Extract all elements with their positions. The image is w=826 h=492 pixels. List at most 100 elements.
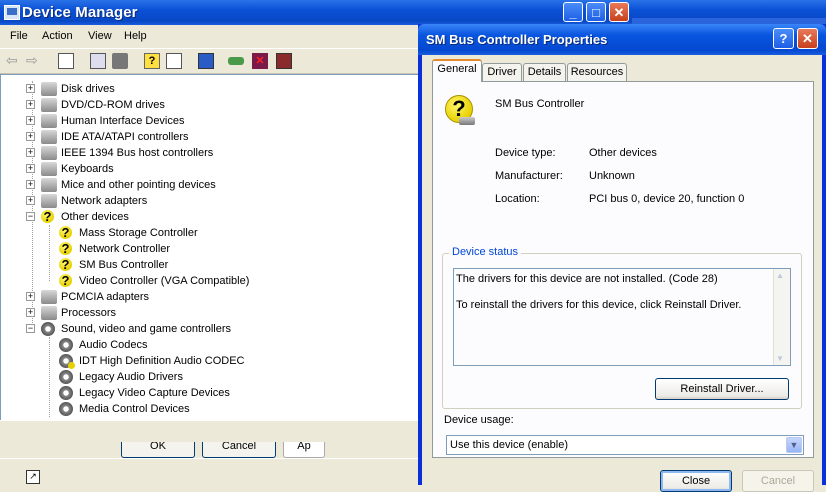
tree-category-item[interactable]: + DVD/CD-ROM drives (1, 97, 417, 113)
device-tree[interactable]: + Disk drives + DVD/CD-ROM drives + Human Int… (0, 74, 420, 422)
hid-icon (41, 114, 57, 128)
disk-drive-icon (41, 82, 57, 96)
tree-category-item[interactable]: + Network adapters (1, 193, 417, 209)
menu-view[interactable]: View (88, 30, 112, 42)
forward-arrow-icon[interactable]: ⇨ (26, 53, 42, 69)
uninstall-icon[interactable]: ✕ (252, 53, 268, 69)
close-dialog-button[interactable]: Close (660, 470, 732, 492)
collapse-icon[interactable]: − (26, 324, 35, 333)
tree-category-item[interactable]: + Disk drives (1, 81, 417, 97)
chevron-down-icon[interactable]: ▼ (786, 437, 802, 453)
shortcut-arrow-icon: ↗ (26, 470, 40, 484)
tree-item-label: Disk drives (61, 83, 115, 95)
status-bar: ↗ (0, 458, 420, 486)
properties-icon[interactable] (90, 53, 106, 69)
tree-category-item[interactable]: − Sound, video and game controllers (1, 321, 417, 337)
tree-child-item[interactable]: ? Network Controller (1, 241, 417, 257)
tree-category-item[interactable]: −? Other devices (1, 209, 417, 225)
processor-icon (41, 306, 57, 320)
tree-item-label: IDE ATA/ATAPI controllers (61, 131, 189, 143)
properties-dialog: SM Bus Controller Properties ? ✕ General… (418, 24, 826, 492)
dialog-title-bar[interactable]: SM Bus Controller Properties ? ✕ (418, 24, 826, 55)
tree-category-item[interactable]: + Mice and other pointing devices (1, 177, 417, 193)
dm-title: Device Manager (22, 4, 138, 21)
dm-bottom-area (0, 420, 418, 443)
dialog-body: General Driver Details Resources ? SM Bu… (422, 55, 822, 492)
tree-child-item[interactable]: Legacy Video Capture Devices (1, 385, 417, 401)
tree-child-item[interactable]: IDT High Definition Audio CODEC (1, 353, 417, 369)
scroll-up-icon[interactable]: ▲ (776, 271, 784, 280)
tree-child-item[interactable]: Media Control Devices (1, 401, 417, 417)
tree-item-label: PCMCIA adapters (61, 291, 150, 303)
expand-icon[interactable]: + (26, 132, 35, 141)
maximize-button[interactable]: □ (586, 2, 606, 22)
minimize-button[interactable]: _ (563, 2, 583, 22)
show-action-pane-icon[interactable] (166, 53, 182, 69)
tree-item-label: Sound, video and game controllers (61, 323, 231, 335)
tree-item-label: Mice and other pointing devices (61, 179, 216, 191)
background-cancel-button[interactable]: Cancel (202, 442, 276, 458)
tree-item-label: Network Controller (79, 243, 171, 255)
expand-icon[interactable]: + (26, 100, 35, 109)
expand-icon[interactable]: + (26, 180, 35, 189)
tab-driver[interactable]: Driver (482, 63, 522, 81)
expand-icon[interactable]: + (26, 308, 35, 317)
sound-icon (59, 386, 73, 400)
tree-category-item[interactable]: + Human Interface Devices (1, 113, 417, 129)
status-scrollbar[interactable]: ▲ ▼ (773, 269, 790, 365)
collapse-icon[interactable]: − (26, 212, 35, 221)
scroll-down-icon[interactable]: ▼ (776, 354, 784, 363)
menu-help[interactable]: Help (124, 30, 147, 42)
menu-action[interactable]: Action (42, 30, 73, 42)
toolbar: ⇦ ⇨ ? ✕ (0, 48, 420, 74)
tree-item-label: Other devices (61, 211, 129, 223)
expand-icon[interactable]: + (26, 84, 35, 93)
tab-general[interactable]: General (432, 59, 482, 82)
tab-details[interactable]: Details (523, 63, 566, 81)
sound-icon (41, 322, 55, 336)
tree-child-item[interactable]: ? Video Controller (VGA Compatible) (1, 273, 417, 289)
print-icon[interactable] (112, 53, 128, 69)
device-usage-label: Device usage: (444, 414, 514, 426)
reinstall-driver-button[interactable]: Reinstall Driver... (655, 378, 789, 400)
tree-category-item[interactable]: + Keyboards (1, 161, 417, 177)
background-ok-button[interactable]: OK (121, 442, 195, 458)
scan-hardware-icon[interactable] (198, 53, 214, 69)
expand-icon[interactable]: + (26, 196, 35, 205)
manufacturer-value: Unknown (589, 170, 635, 182)
tree-category-item[interactable]: + IEEE 1394 Bus host controllers (1, 145, 417, 161)
dialog-close-button[interactable]: ✕ (797, 28, 818, 49)
show-hide-console-tree-icon[interactable] (58, 53, 74, 69)
tree-item-label: Media Control Devices (79, 403, 190, 415)
device-usage-select[interactable]: Use this device (enable) ▼ (446, 435, 804, 455)
update-driver-icon[interactable] (228, 57, 244, 65)
help-button[interactable]: ? (773, 28, 794, 49)
tree-child-item[interactable]: Legacy Audio Drivers (1, 369, 417, 385)
tree-child-item[interactable]: ? Mass Storage Controller (1, 225, 417, 241)
background-apply-button[interactable]: Ap (283, 442, 325, 458)
tree-item-label: Human Interface Devices (61, 115, 185, 127)
unknown-device-icon: ? (41, 210, 57, 224)
expand-icon[interactable]: + (26, 164, 35, 173)
tree-child-item[interactable]: ? SM Bus Controller (1, 257, 417, 273)
expand-icon[interactable]: + (26, 292, 35, 301)
expand-icon[interactable]: + (26, 148, 35, 157)
cancel-button[interactable]: Cancel (742, 470, 814, 492)
tree-category-item[interactable]: + PCMCIA adapters (1, 289, 417, 305)
tab-resources[interactable]: Resources (567, 63, 627, 81)
tree-child-item[interactable]: Audio Codecs (1, 337, 417, 353)
expand-icon[interactable]: + (26, 116, 35, 125)
tree-category-item[interactable]: + Processors (1, 305, 417, 321)
close-button[interactable]: ✕ (609, 2, 629, 22)
unknown-device-icon: ? (59, 274, 75, 288)
device-status-text[interactable]: The drivers for this device are not inst… (453, 268, 791, 366)
tree-item-label: SM Bus Controller (79, 259, 169, 271)
disable-device-icon[interactable] (276, 53, 292, 69)
menu-file[interactable]: File (10, 30, 28, 42)
tree-category-item[interactable]: + IDE ATA/ATAPI controllers (1, 129, 417, 145)
tree-item-label: IDT High Definition Audio CODEC (79, 355, 245, 367)
tree-item-label: Audio Codecs (79, 339, 148, 351)
back-arrow-icon[interactable]: ⇦ (6, 53, 22, 69)
help-icon[interactable]: ? (144, 53, 160, 69)
keyboard-icon (41, 162, 57, 176)
